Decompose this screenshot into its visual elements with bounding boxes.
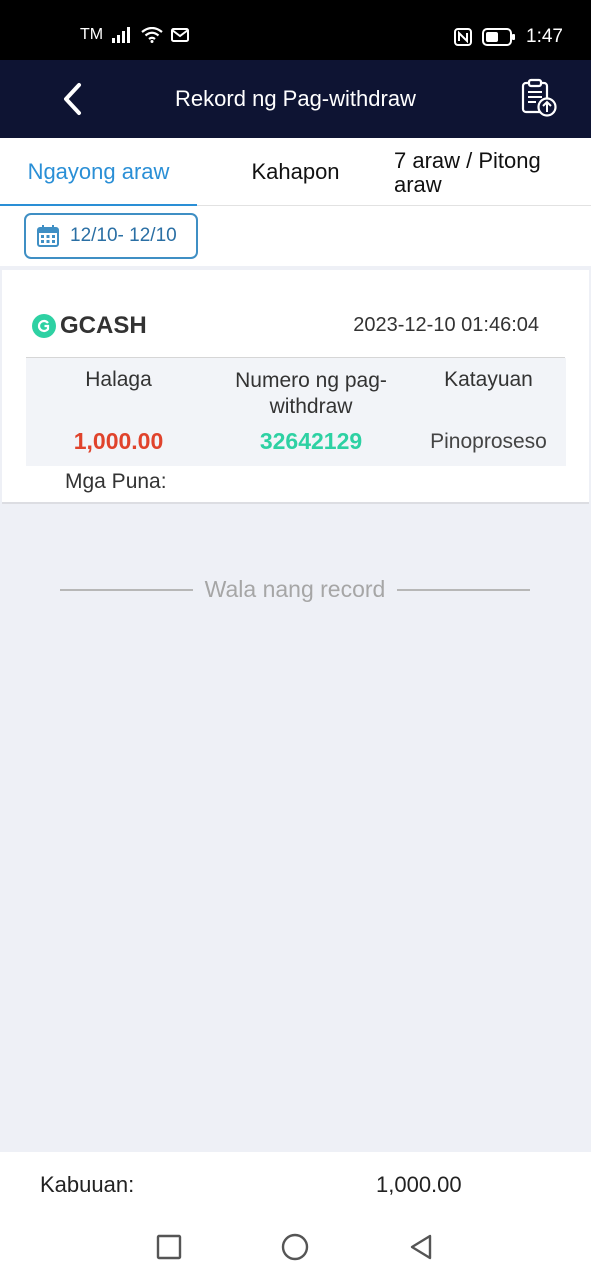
system-navigation-bar	[0, 1214, 591, 1280]
total-footer: Kabuuan: 1,000.00	[0, 1152, 591, 1214]
page-title: Rekord ng Pag-withdraw	[175, 86, 416, 111]
recents-square-icon[interactable]	[154, 1232, 184, 1262]
period-tabs: Ngayong araw Kahapon 7 araw / Pitong ara…	[0, 138, 591, 207]
carrier-label: TM	[80, 26, 104, 43]
withdraw-number-value: 32642129	[259, 428, 363, 454]
amount-header: Halaga	[85, 368, 152, 391]
status-bar: TM 1:47	[0, 0, 591, 60]
date-filter-row: 12/10- 12/10	[0, 206, 591, 266]
app-header: Rekord ng Pag-withdraw	[0, 60, 591, 138]
date-range-label: 12/10- 12/10	[70, 225, 177, 246]
withdraw-record-card[interactable]: GCASH 2023-12-10 01:46:04 Halaga Numero …	[2, 270, 589, 504]
tab-yesterday[interactable]: Kahapon	[197, 138, 394, 206]
status-header: Katayuan	[444, 368, 533, 391]
total-label: Kabuuan:	[40, 1172, 135, 1197]
no-more-records-text: Wala nang record	[204, 576, 386, 602]
mail-icon	[171, 28, 190, 42]
wifi-icon	[141, 27, 163, 43]
status-right: 1:47	[454, 26, 563, 48]
status-left: TM	[80, 26, 190, 44]
total-value: 1,000.00	[376, 1172, 462, 1197]
payment-method-name: GCASH	[60, 312, 147, 339]
home-circle-icon[interactable]	[280, 1232, 310, 1262]
left-divider-line	[60, 588, 193, 591]
back-triangle-icon[interactable]	[406, 1232, 436, 1262]
withdraw-number-header: Numero ng pag-withdraw	[235, 369, 387, 418]
no-more-records: Wala nang record	[60, 576, 530, 603]
payment-method: GCASH	[32, 312, 147, 340]
battery-icon	[482, 28, 516, 46]
gcash-logo-icon	[32, 314, 56, 338]
tab-seven-days[interactable]: 7 araw / Pitong araw	[394, 138, 584, 206]
record-details: Halaga Numero ng pag-withdraw Katayuan 1…	[26, 358, 566, 466]
nfc-icon	[454, 28, 473, 46]
export-button[interactable]	[519, 78, 559, 118]
tab-today[interactable]: Ngayong araw	[0, 138, 197, 207]
record-datetime: 2023-12-10 01:46:04	[353, 314, 539, 336]
date-range-button[interactable]: 12/10- 12/10	[24, 213, 198, 259]
amount-value: 1,000.00	[73, 428, 164, 454]
calendar-icon	[37, 225, 59, 247]
clock-time: 1:47	[526, 26, 563, 47]
status-value: Pinoproseso	[430, 430, 547, 453]
clipboard-upload-icon	[521, 78, 557, 117]
right-divider-line	[397, 588, 530, 591]
remarks-label: Mga Puna:	[65, 470, 167, 493]
signal-icon	[112, 27, 131, 43]
